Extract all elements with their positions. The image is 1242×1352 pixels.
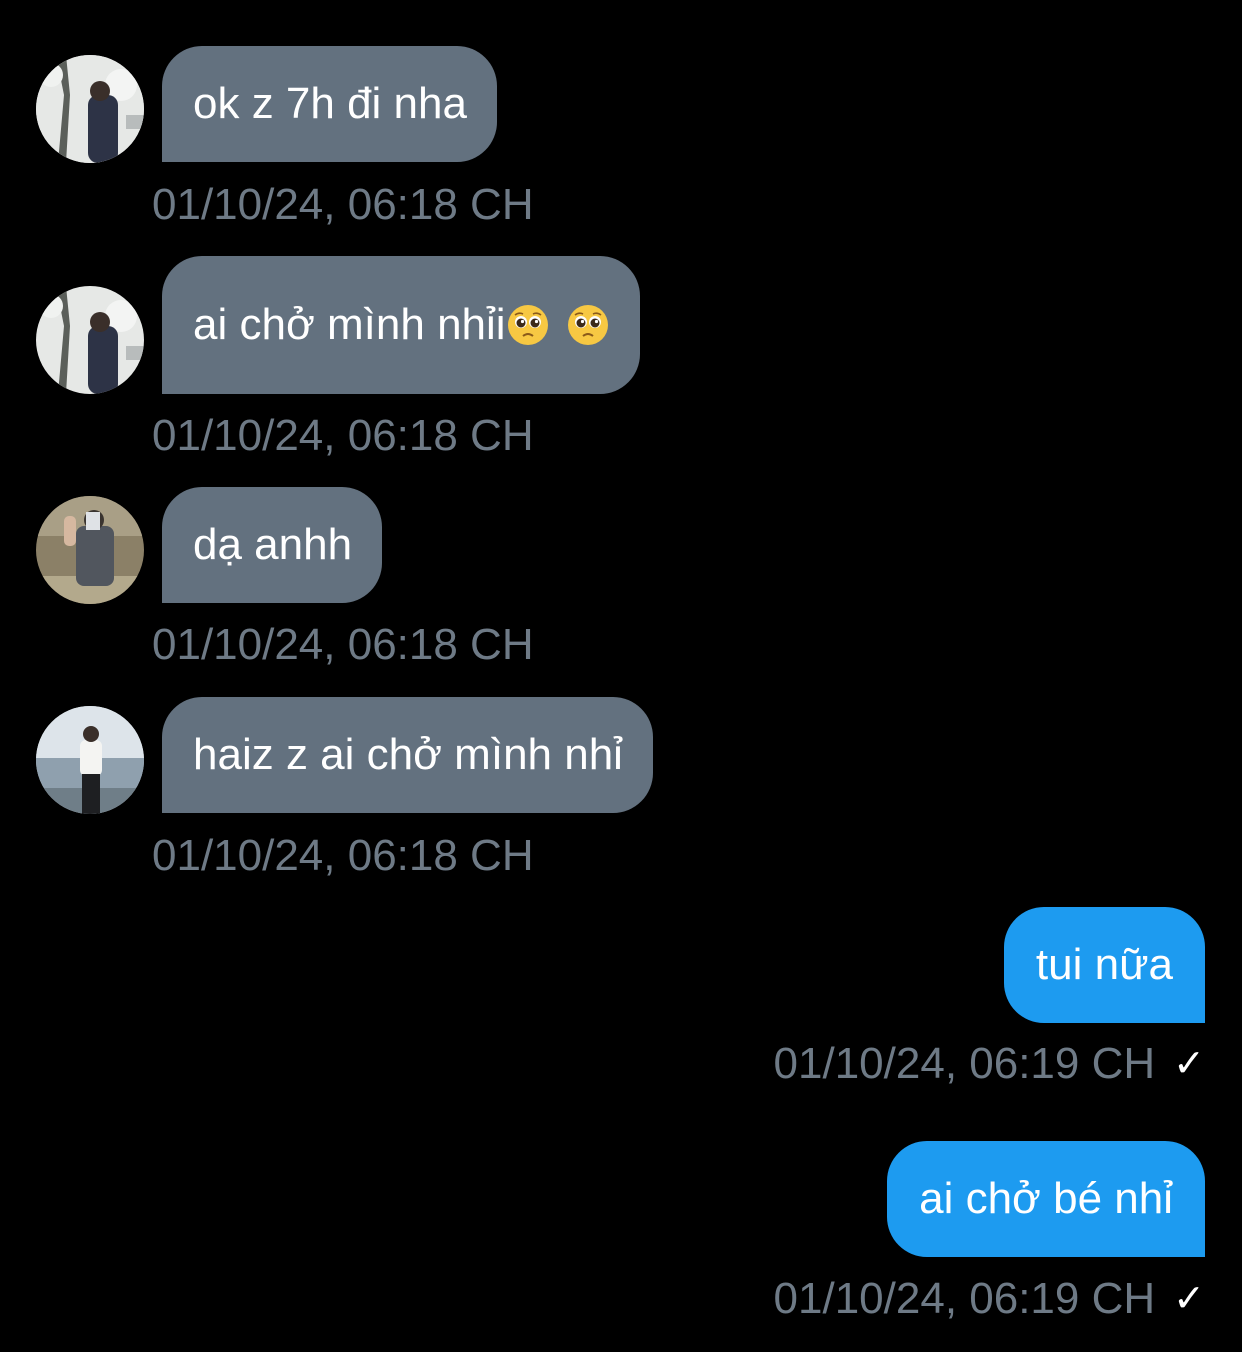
message-timestamp: 01/10/24, 06:18 CH <box>152 620 534 669</box>
check-icon: ✓ <box>1173 1043 1205 1085</box>
message-text: ai chở bé nhỉ <box>919 1174 1173 1223</box>
incoming-message-bubble[interactable]: ok z 7h đi nha <box>162 46 497 162</box>
incoming-message-bubble[interactable]: ai chở mình nhỉi <box>162 256 640 394</box>
message-text: ai chở mình nhỉi <box>193 300 506 349</box>
message-timestamp: 01/10/24, 06:18 CH <box>152 831 534 880</box>
avatar-image <box>36 706 144 814</box>
avatar[interactable] <box>36 496 144 604</box>
message-text: tui nữa <box>1035 940 1173 989</box>
incoming-message-bubble[interactable]: haiz z ai chở mình nhỉ <box>162 697 653 813</box>
avatar[interactable] <box>36 286 144 394</box>
message-text: ok z 7h đi nha <box>193 79 467 128</box>
avatar-image <box>36 496 144 604</box>
avatar[interactable] <box>36 706 144 814</box>
avatar[interactable] <box>36 55 144 163</box>
pleading-face-emoji <box>507 305 548 345</box>
message-text: dạ anhh <box>193 520 353 569</box>
message-text: haiz z ai chở mình nhỉ <box>193 730 623 779</box>
avatar-image <box>36 286 144 394</box>
message-timestamp: 01/10/24, 06:19 CH <box>773 1039 1156 1088</box>
pleading-face-emoji <box>567 305 608 345</box>
avatar-image <box>36 55 144 163</box>
message-timestamp: 01/10/24, 06:18 CH <box>152 411 534 460</box>
message-timestamp: 01/10/24, 06:18 CH <box>152 180 534 229</box>
outgoing-message-bubble[interactable]: tui nữa <box>1003 907 1205 1023</box>
check-icon: ✓ <box>1173 1278 1205 1320</box>
message-timestamp: 01/10/24, 06:19 CH <box>773 1274 1156 1323</box>
message-timestamp-row: 01/10/24, 06:19 CH ✓ <box>774 1042 1205 1086</box>
incoming-message-bubble[interactable]: dạ anhh <box>162 487 383 603</box>
message-timestamp-row: 01/10/24, 06:19 CH ✓ <box>774 1277 1205 1321</box>
outgoing-message-bubble[interactable]: ai chở bé nhỉ <box>887 1141 1205 1257</box>
